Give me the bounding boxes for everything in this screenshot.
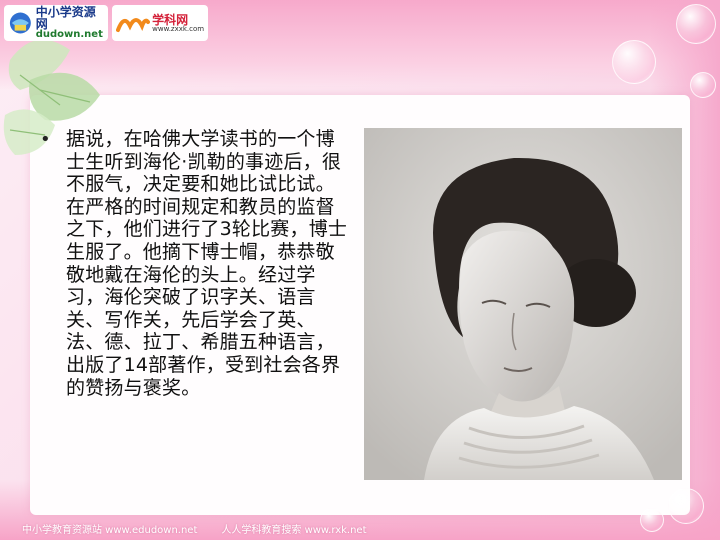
logo-zxxk[interactable]: 学科网 www.zxxk.com (112, 5, 209, 41)
logo-bar: 中小学资源网 dudown.net 学科网 www.zxxk.com (4, 4, 209, 42)
bubble-icon (668, 488, 704, 524)
bubble-icon (612, 40, 656, 84)
footer-left-text[interactable]: 中小学教育资源站 www.edudown.net (22, 521, 197, 536)
logo-right-title: 学科网 (152, 12, 189, 27)
bullet-item: • 据说，在哈佛大学读书的一个博士生听到海伦·凯勒的事迹后，很不服气，决定要和她… (40, 128, 350, 399)
bullet-text: 据说，在哈佛大学读书的一个博士生听到海伦·凯勒的事迹后，很不服气，决定要和她比试… (66, 128, 348, 399)
portrait-photo (364, 128, 682, 480)
footer-bar: 中小学教育资源站 www.edudown.net 人人学科教育搜索 www.rx… (22, 520, 367, 536)
bubble-icon (690, 72, 716, 98)
slide-background: 中小学资源网 dudown.net 学科网 www.zxxk.com • 据说，… (0, 0, 720, 540)
logo-left-subtitle: dudown.net (35, 29, 103, 40)
bullet-symbol: • (40, 129, 51, 150)
logo-left-title: 中小学资源网 (35, 5, 96, 31)
globe-book-icon (9, 12, 31, 34)
bubble-icon (640, 508, 664, 532)
logo-dudown[interactable]: 中小学资源网 dudown.net (4, 5, 109, 41)
zxxk-wave-icon (116, 18, 151, 32)
bullet-list: • 据说，在哈佛大学读书的一个博士生听到海伦·凯勒的事迹后，很不服气，决定要和她… (40, 128, 350, 399)
bubble-icon (676, 4, 716, 44)
portrait-image (364, 128, 682, 480)
footer-right-text[interactable]: 人人学科教育搜索 www.rxk.net (221, 521, 366, 536)
logo-right-subtitle: www.zxxk.com (152, 24, 205, 33)
